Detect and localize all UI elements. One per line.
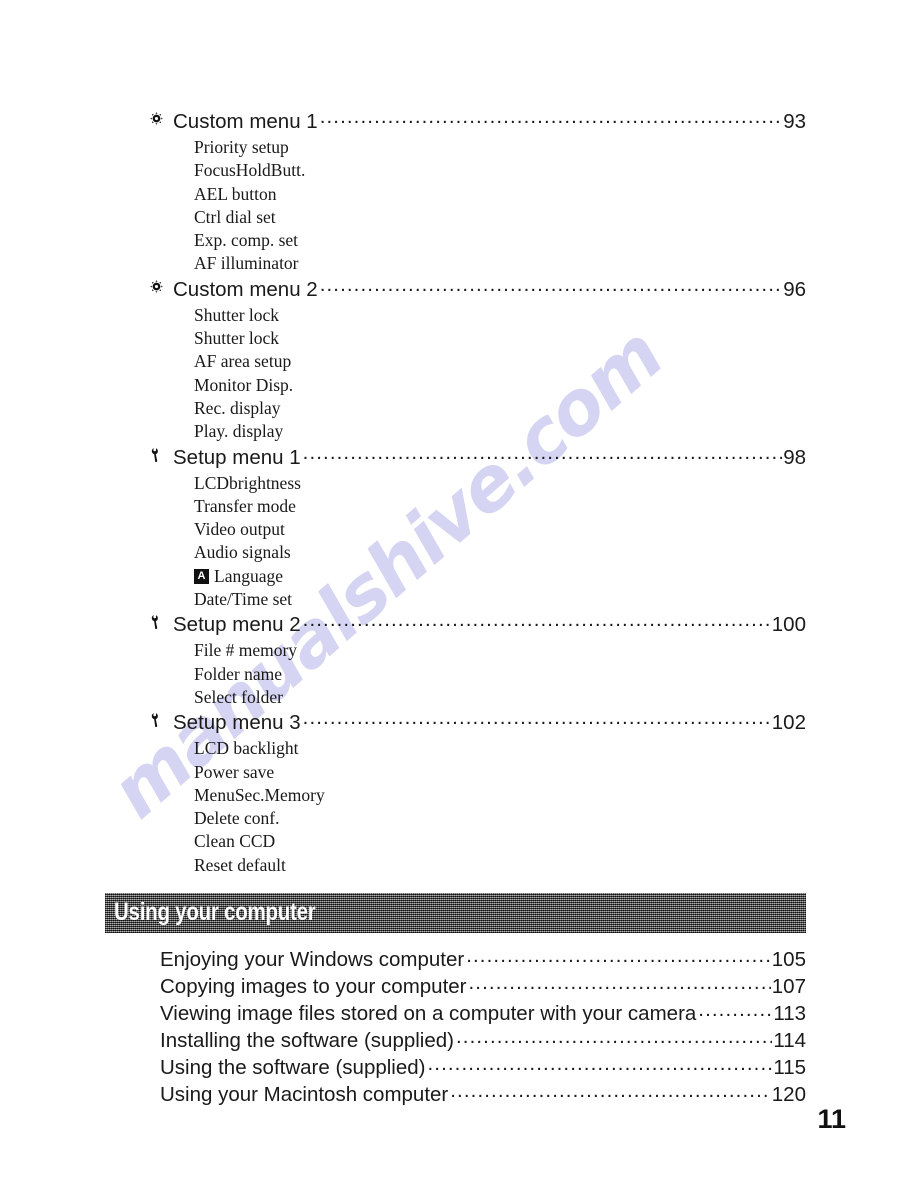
toc-subitem-label: Language: [214, 565, 283, 586]
toc-entry-row[interactable]: Copying images to your computer 107: [160, 973, 806, 1000]
toc-entry-page: 120: [771, 1083, 806, 1106]
toc-entry-label: Using the software (supplied): [160, 1056, 426, 1079]
toc-subitem: LCD backlight: [194, 738, 299, 759]
toc-entry-page: 114: [773, 1029, 806, 1052]
wrench-icon: [149, 446, 173, 462]
dot-leader: [469, 975, 771, 993]
dot-leader: [450, 1083, 771, 1101]
document-page: Custom menu 1 93 Priority setup FocusHoldBu…: [0, 0, 918, 1188]
toc-subitem: Reset default: [194, 854, 286, 875]
toc-subitem: Select folder: [194, 686, 283, 707]
toc-heading-page: 100: [771, 613, 806, 637]
dot-leader: [303, 711, 771, 729]
toc-entry-row[interactable]: Using your Macintosh computer 120: [160, 1081, 806, 1108]
toc-subitem: AEL button: [194, 183, 277, 204]
dot-leader: [320, 110, 782, 128]
toc-heading-page: 96: [783, 277, 806, 301]
toc-subitem: Exp. comp. set: [194, 230, 299, 251]
toc-subitem: Shutter lock: [194, 328, 280, 349]
toc-subitem-list: Shutter lock Shutter lock AF area setup Mon…: [160, 304, 806, 444]
toc-entry-page: 105: [771, 948, 806, 971]
dot-leader: [303, 446, 783, 464]
toc-subitem: AF area setup: [194, 351, 292, 372]
toc-subitem: Ctrl dial set: [194, 206, 276, 227]
toc-subitem: Priority setup: [194, 137, 289, 157]
toc-entry-label: Copying images to your computer: [160, 975, 467, 998]
toc-entry-row[interactable]: Viewing image files stored on a computer…: [160, 1000, 806, 1027]
toc-entry-label: Enjoying your Windows computer: [160, 948, 465, 971]
toc-subitem: MenuSec.Memory: [194, 784, 325, 805]
toc-heading-page: 98: [783, 445, 806, 469]
toc-subitem: Play. display: [194, 421, 284, 442]
toc-subitem-list: LCDbrightness Transfer mode Video output Au…: [160, 472, 806, 612]
wrench-icon: [149, 711, 173, 728]
toc-heading-3[interactable]: Setup menu 1 98: [149, 444, 806, 472]
toc-heading-page: 102: [771, 711, 806, 735]
toc-subitem: File # memory: [194, 640, 298, 661]
toc-group: Setup menu 3102LCD backlightPower saveMe…: [151, 709, 806, 877]
toc-entry-page: 113: [773, 1002, 806, 1025]
toc-heading-label: Setup menu 3: [173, 711, 301, 735]
dot-leader: [320, 278, 782, 296]
toc-subitem: A Language: [194, 565, 806, 588]
toc-heading-1[interactable]: Custom menu 1 93: [149, 108, 806, 136]
toc-subitem: Date/Time set: [194, 589, 293, 610]
toc-entry-label: Viewing image files stored on a computer…: [160, 1002, 697, 1025]
toc-group: Setup menu 1 98 LCDbrightnessTransfer mode…: [151, 444, 806, 612]
wrench-icon: [149, 613, 173, 630]
toc-subitem: Audio signals: [194, 542, 291, 563]
toc-subitem: Folder name: [194, 663, 282, 684]
toc-heading-label: Setup menu 1: [173, 445, 301, 469]
gear-icon: [149, 111, 173, 126]
page-number-folio: 11: [817, 1104, 846, 1134]
toc-heading-label: Custom menu 2: [173, 277, 318, 301]
dot-leader: [698, 1002, 772, 1020]
toc-subitem: FocusHoldButt.: [194, 160, 306, 181]
toc-heading-4[interactable]: Setup menu 2 100: [149, 611, 806, 639]
toc-subitem: Video output: [194, 519, 285, 540]
toc-subitem: Shutter lock: [194, 304, 280, 325]
dot-leader: [303, 613, 771, 631]
dot-leader: [428, 1056, 773, 1074]
toc-entry-page: 107: [771, 975, 806, 998]
toc-list: Custom menu 1 93 Priority setup FocusHoldBu…: [150, 108, 806, 877]
section-banner: Using your computer: [105, 893, 806, 933]
toc-group: Custom menu 296Shutter lockShutter lockA…: [150, 276, 806, 444]
language-badge-icon: A: [194, 568, 209, 584]
toc-entry-page: 115: [773, 1056, 806, 1079]
toc-entry-label: Using your Macintosh computer: [160, 1083, 449, 1106]
toc-subitem-list: LCD backlight Power save MenuSec.Memory Del…: [160, 737, 806, 877]
toc-entry-row[interactable]: Using the software (supplied) 115: [160, 1054, 806, 1081]
toc-group: Custom menu 1 93 Priority setup FocusHoldBu…: [150, 108, 806, 276]
toc-heading-5[interactable]: Setup menu 3 102: [149, 709, 806, 737]
toc-subitem: AF illuminator: [194, 253, 299, 274]
toc-heading-label: Custom menu 1: [173, 110, 318, 133]
toc-subitem-list: Priority setup FocusHoldButt. AEL button Ct…: [160, 136, 806, 276]
toc-heading-label: Setup menu 2: [173, 613, 301, 637]
toc-subitem: Power save: [194, 761, 275, 782]
toc-subitem: Monitor Disp.: [194, 374, 294, 395]
dot-leader: [456, 1029, 772, 1047]
dot-leader: [466, 948, 771, 966]
toc-heading-2[interactable]: Custom menu 2 96: [149, 276, 806, 304]
toc-subitem: Clean CCD: [194, 831, 276, 852]
toc-subitem: Rec. display: [194, 397, 281, 418]
toc-heading-page: 93: [783, 110, 806, 133]
toc-group: Setup menu 2100File # memoryFolder nameS…: [151, 611, 806, 709]
section-banner-title: Using your computer: [114, 898, 316, 926]
gear-icon: [149, 279, 173, 294]
toc-subitem: Transfer mode: [194, 495, 296, 516]
toc-subitem: Delete conf.: [194, 808, 280, 829]
toc-entry-row[interactable]: Installing the software (supplied) 114: [160, 1027, 806, 1054]
section-entry-list: Enjoying your Windows computer105Copying…: [160, 946, 806, 1108]
toc-subitem-list: File # memory Folder name Select folder: [160, 639, 806, 709]
toc-entry-label: Installing the software (supplied): [160, 1029, 454, 1052]
toc-entry-row[interactable]: Enjoying your Windows computer 105: [160, 946, 806, 973]
toc-subitem: LCDbrightness: [194, 472, 301, 493]
